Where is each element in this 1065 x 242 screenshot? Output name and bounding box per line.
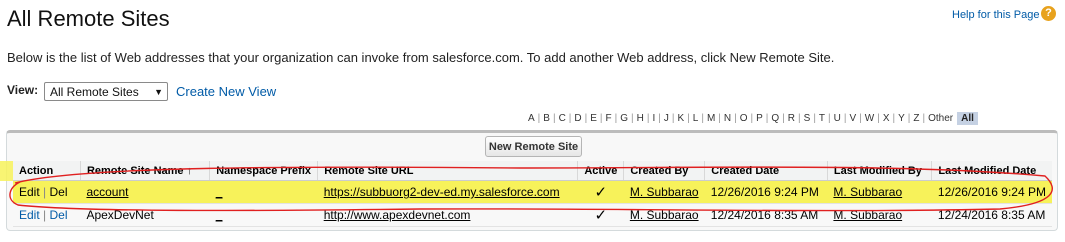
alpha-separator: | — [765, 113, 769, 124]
table-row: Edit | Del ApexDevNet _ http://www.apexd… — [13, 203, 1052, 227]
alpha-separator: | — [631, 113, 634, 124]
created-date: 12/26/2016 9:24 PM — [704, 180, 828, 204]
alpha-filter-b[interactable]: B — [543, 113, 550, 124]
active-check-icon: ✓ — [577, 203, 624, 227]
alpha-separator: | — [584, 113, 588, 124]
active-check-icon: ✓ — [577, 180, 624, 204]
remote-sites-table: Action Remote Site Name ↑ Namespace Pref… — [13, 161, 1052, 227]
alpha-separator: | — [828, 113, 831, 124]
alpha-filter-u[interactable]: U — [834, 113, 841, 124]
col-remote-site-url[interactable]: Remote Site URL — [317, 161, 578, 181]
created-by-link[interactable]: M. Subbarao — [630, 185, 699, 199]
action-separator: | — [43, 185, 47, 199]
modified-date: 12/26/2016 9:24 PM — [931, 180, 1052, 204]
created-by-link[interactable]: M. Subbarao — [630, 208, 699, 222]
alpha-filter-v[interactable]: V — [849, 113, 856, 124]
col-last-modified-date[interactable]: Last Modified Date — [931, 161, 1052, 181]
alpha-separator: | — [782, 113, 785, 124]
col-created-date[interactable]: Created Date — [704, 161, 828, 181]
alpha-separator: | — [798, 113, 801, 124]
view-select-value: All Remote Sites — [50, 85, 139, 99]
action-separator: | — [43, 208, 47, 222]
col-created-by[interactable]: Created By — [623, 161, 705, 181]
chevron-down-icon: ▼ — [154, 87, 163, 97]
alpha-filter-p[interactable]: P — [756, 113, 763, 124]
alpha-filter-e[interactable]: E — [590, 113, 597, 124]
alpha-filter-w[interactable]: W — [865, 113, 874, 124]
alpha-separator: | — [859, 113, 862, 124]
new-remote-site-button[interactable]: New Remote Site — [485, 136, 582, 157]
alpha-filter-x[interactable]: X — [883, 113, 890, 124]
alpha-filter: A | B | C | D | E | F | G | H | I | J | K | L | M | N | O | P | Q | R | S | T |… — [528, 111, 978, 126]
remote-site-url[interactable]: http://www.apexdevnet.com — [324, 208, 471, 222]
alpha-separator: | — [922, 113, 926, 124]
alpha-separator: | — [734, 113, 737, 124]
modified-by-link[interactable]: M. Subbarao — [833, 208, 902, 222]
delete-link[interactable]: Del — [50, 185, 68, 199]
alpha-filter-g[interactable]: G — [620, 113, 628, 124]
namespace-prefix: _ — [215, 208, 223, 222]
edit-link[interactable]: Edit — [19, 185, 40, 199]
alpha-filter-m[interactable]: M — [707, 113, 715, 124]
alpha-filter-y[interactable]: Y — [898, 113, 905, 124]
col-action: Action — [13, 161, 81, 181]
help-link[interactable]: Help for this Page — [952, 9, 1039, 21]
alpha-separator: | — [671, 113, 675, 124]
alpha-separator: | — [568, 113, 572, 124]
alpha-filter-h[interactable]: H — [637, 113, 644, 124]
create-new-view-link[interactable]: Create New View — [176, 84, 276, 99]
remote-site-name-link[interactable]: ApexDevNet — [86, 208, 153, 222]
alpha-separator: | — [750, 113, 754, 124]
page-title: All Remote Sites — [7, 6, 170, 31]
view-label: View: — [7, 83, 39, 97]
created-date: 12/24/2016 8:35 AM — [704, 203, 828, 227]
col-namespace-prefix[interactable]: Namespace Prefix — [209, 161, 318, 181]
alpha-filter-k[interactable]: K — [677, 113, 684, 124]
alpha-separator: | — [614, 113, 618, 124]
alpha-separator: | — [552, 113, 556, 124]
table-row: Edit | Del account _ https://subbuorg2-d… — [13, 180, 1052, 204]
col-remote-site-name[interactable]: Remote Site Name ↑ — [79, 161, 210, 181]
namespace-prefix: _ — [215, 185, 223, 199]
alpha-filter-all[interactable]: All — [957, 112, 978, 125]
action-cell: Edit | Del — [13, 203, 81, 227]
help-icon[interactable]: ? — [1041, 6, 1056, 21]
alpha-filter-d[interactable]: D — [574, 113, 581, 124]
alpha-separator: | — [718, 113, 721, 124]
edit-link[interactable]: Edit — [19, 208, 40, 222]
delete-link[interactable]: Del — [50, 208, 68, 222]
alpha-filter-q[interactable]: Q — [771, 113, 779, 124]
alpha-separator: | — [892, 113, 896, 124]
alpha-separator: | — [687, 113, 690, 124]
alpha-separator: | — [646, 113, 650, 124]
alpha-filter-c[interactable]: C — [559, 113, 566, 124]
remote-site-name-link[interactable]: account — [86, 185, 128, 199]
action-cell: Edit | Del — [13, 180, 81, 204]
alpha-filter-s[interactable]: S — [804, 113, 811, 124]
alpha-separator: | — [843, 113, 847, 124]
alpha-filter-n[interactable]: N — [724, 113, 731, 124]
alpha-separator: | — [877, 113, 880, 124]
alpha-filter-a[interactable]: A — [528, 113, 535, 124]
alpha-separator: | — [701, 113, 704, 124]
alpha-filter-r[interactable]: R — [788, 113, 795, 124]
alpha-separator: | — [537, 113, 541, 124]
col-active[interactable]: Active — [577, 161, 624, 181]
view-select[interactable]: All Remote Sites ▼ — [44, 82, 168, 101]
modified-by-link[interactable]: M. Subbarao — [833, 185, 902, 199]
alpha-separator: | — [599, 113, 603, 124]
alpha-filter-o[interactable]: O — [740, 113, 748, 124]
alpha-separator: | — [907, 113, 911, 124]
remote-site-url[interactable]: https://subbuorg2-dev-ed.my.salesforce.c… — [324, 185, 560, 199]
table-header-row: Action Remote Site Name ↑ Namespace Pref… — [13, 161, 1052, 181]
modified-date: 12/24/2016 8:35 AM — [931, 203, 1052, 227]
col-last-modified-by[interactable]: Last Modified By — [826, 161, 932, 181]
alpha-filter-other[interactable]: Other — [928, 113, 953, 124]
alpha-separator: | — [658, 113, 661, 124]
page-description: Below is the list of Web addresses that … — [7, 50, 835, 65]
alpha-separator: | — [813, 113, 816, 124]
